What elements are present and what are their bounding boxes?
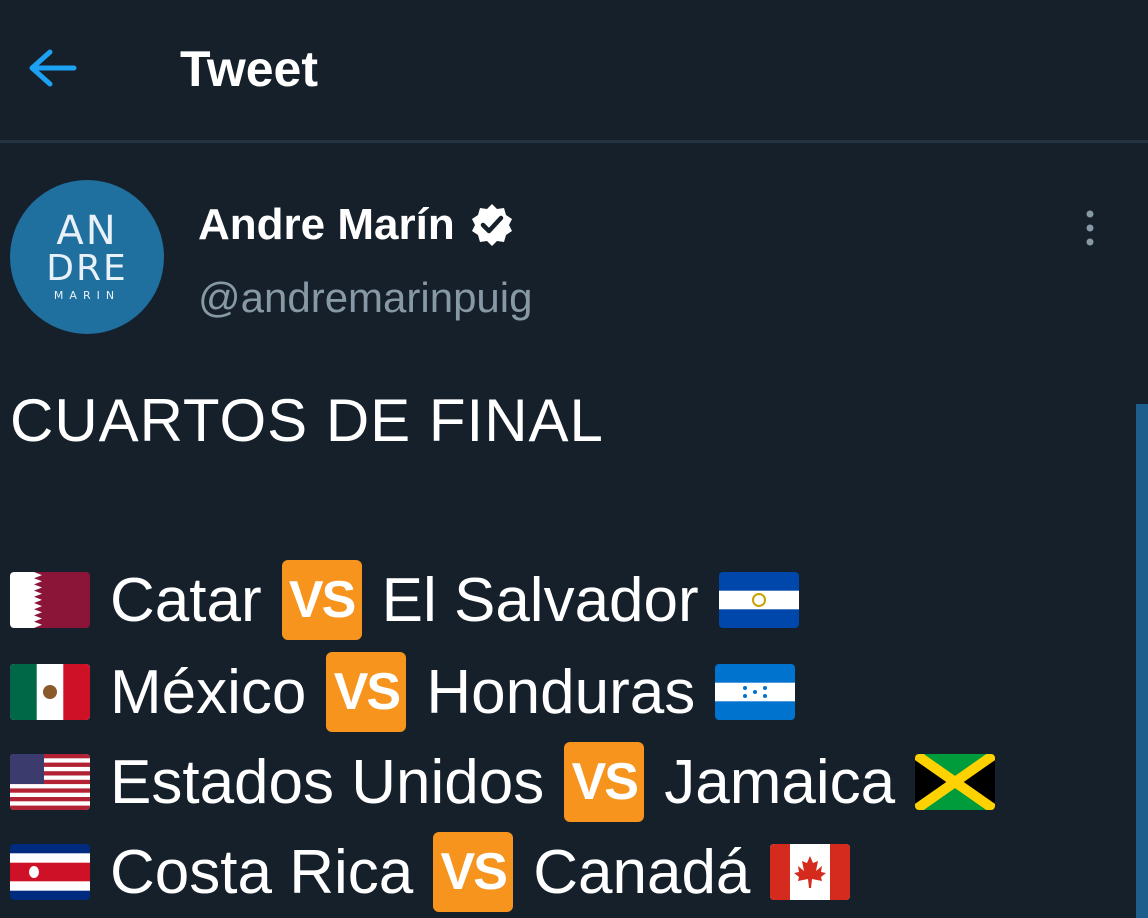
team-name: Jamaica [664, 747, 896, 817]
team-name: México [110, 657, 307, 727]
el-salvador-flag-icon [718, 572, 799, 628]
tweet-heading: CUARTOS DE FINAL [10, 387, 604, 454]
author-handle[interactable]: @andremarinpuig [198, 274, 532, 322]
vs-badge: VS [281, 560, 362, 640]
honduras-flag-icon [715, 664, 796, 720]
avatar-logo-text: MARIN [53, 289, 121, 302]
team-name: Canadá [533, 837, 751, 907]
match-row: Costa Rica VS Canadá [10, 832, 851, 912]
vs-badge: VS [326, 652, 407, 732]
more-vertical-icon [1086, 210, 1094, 246]
vs-badge: VS [564, 742, 645, 822]
match-row: Estados Unidos VS Jamaica [10, 742, 996, 822]
costa-rica-flag-icon [10, 844, 90, 900]
jamaica-flag-icon [915, 754, 996, 810]
author-name-link[interactable]: Andre Marín [198, 200, 515, 250]
author-name: Andre Marín [198, 200, 455, 249]
scrollbar[interactable] [1136, 404, 1148, 918]
mexico-flag-icon [10, 664, 90, 720]
verified-badge-icon [471, 204, 512, 246]
top-bar: Tweet [0, 0, 1148, 143]
match-row: Catar VS El Salvador [10, 560, 799, 640]
team-name: Honduras [426, 657, 696, 727]
team-name: El Salvador [381, 565, 699, 635]
avatar-logo-text: AN [56, 208, 118, 254]
page-title: Tweet [180, 41, 318, 97]
match-row: México VS Honduras [10, 652, 796, 732]
back-button[interactable] [22, 38, 82, 98]
avatar[interactable]: AN DRE MARIN [10, 180, 164, 334]
team-name: Costa Rica [110, 837, 414, 907]
team-name: Estados Unidos [110, 747, 545, 817]
team-name: Catar [110, 565, 262, 635]
vs-badge: VS [433, 832, 514, 912]
more-options-button[interactable] [1070, 200, 1110, 256]
avatar-logo-text: DRE [46, 248, 128, 289]
arrow-left-icon [29, 49, 77, 87]
usa-flag-icon [10, 754, 90, 810]
canada-flag-icon [770, 844, 851, 900]
qatar-flag-icon [10, 572, 90, 628]
